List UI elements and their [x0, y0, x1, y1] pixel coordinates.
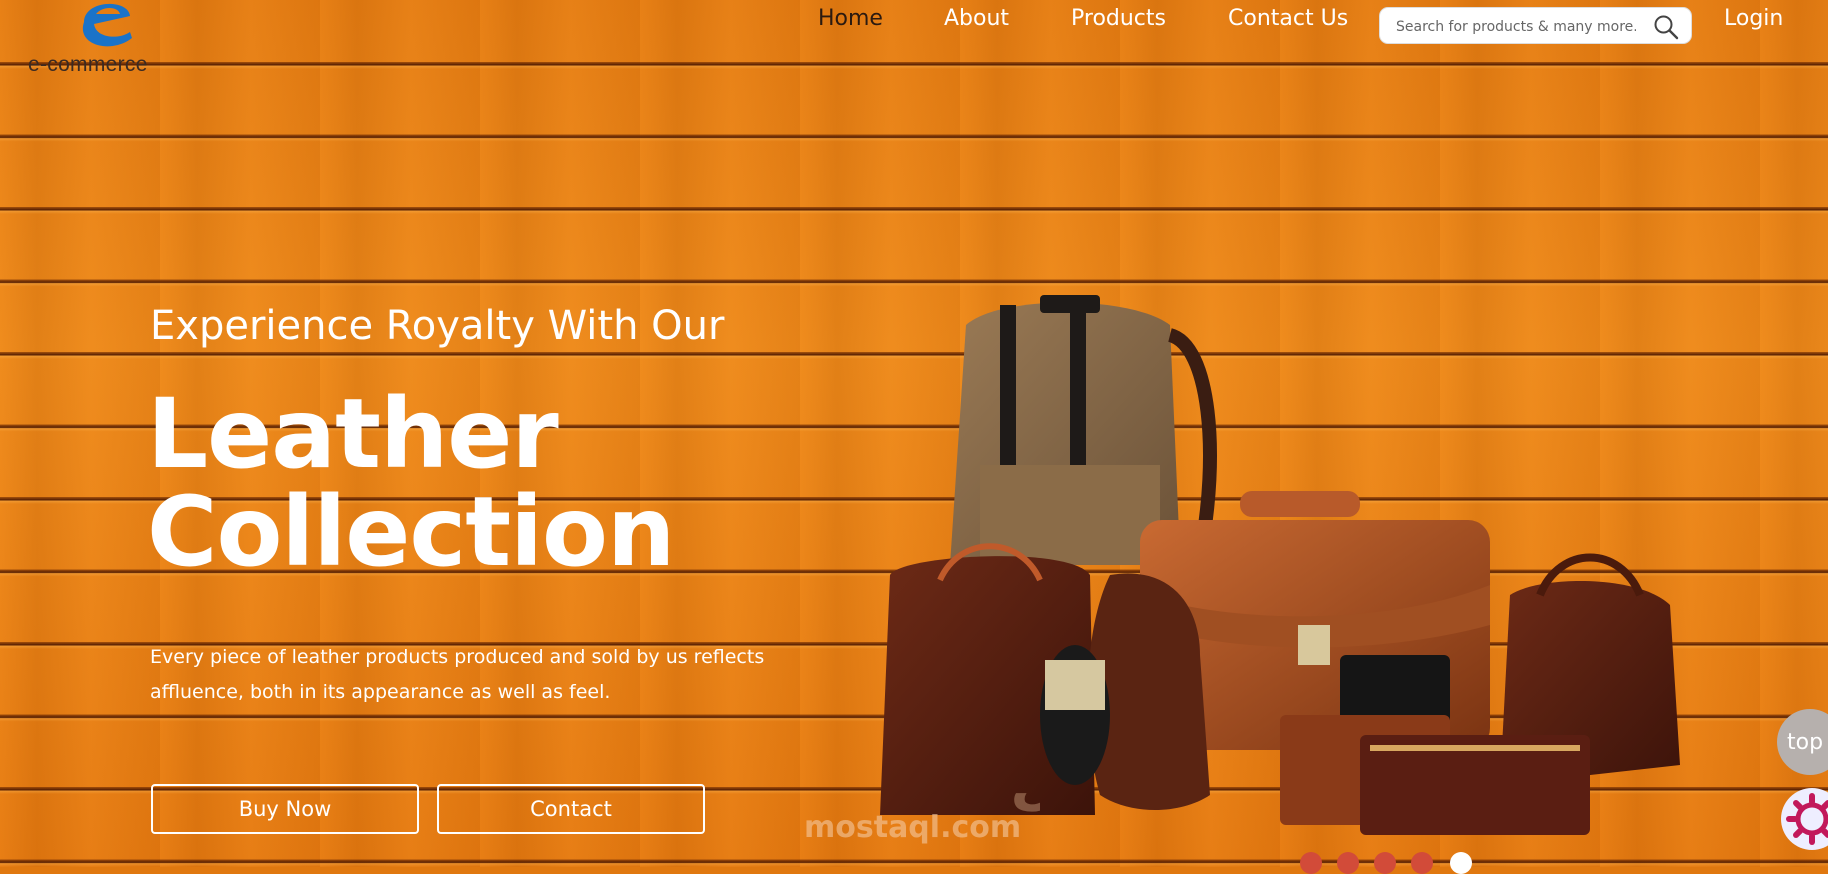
- slider-dot-5[interactable]: [1450, 852, 1472, 874]
- nav-about[interactable]: About: [944, 6, 1009, 31]
- hero-title-line2: Collection: [147, 476, 675, 588]
- nav-contact-us[interactable]: Contact Us: [1228, 6, 1348, 31]
- hero-title-line1: Leather: [147, 378, 559, 490]
- search-box[interactable]: [1379, 7, 1692, 44]
- gear-icon: [1786, 793, 1828, 845]
- buy-now-button[interactable]: Buy Now: [151, 784, 419, 834]
- search-icon[interactable]: [1653, 14, 1679, 40]
- logo-text: e-commerce: [28, 53, 148, 76]
- watermark-url: mostaql.com: [804, 810, 1022, 845]
- contact-button[interactable]: Contact: [437, 784, 705, 834]
- hero-description: Every piece of leather products produced…: [150, 646, 765, 703]
- slider-dot-3[interactable]: [1374, 852, 1396, 874]
- hero-title: Leather Collection: [147, 378, 675, 588]
- hero-subtitle: Experience Royalty With Our: [150, 303, 725, 349]
- svg-text:مستقل: مستقل: [1010, 747, 1040, 817]
- slider-dot-1[interactable]: [1300, 852, 1322, 874]
- nav-home[interactable]: Home: [818, 6, 883, 31]
- login-link[interactable]: Login: [1724, 6, 1783, 31]
- slider-dot-4[interactable]: [1411, 852, 1433, 874]
- nav-products[interactable]: Products: [1071, 6, 1166, 31]
- search-input[interactable]: [1394, 16, 1638, 38]
- slider-dot-2[interactable]: [1337, 852, 1359, 874]
- settings-button[interactable]: [1781, 788, 1828, 850]
